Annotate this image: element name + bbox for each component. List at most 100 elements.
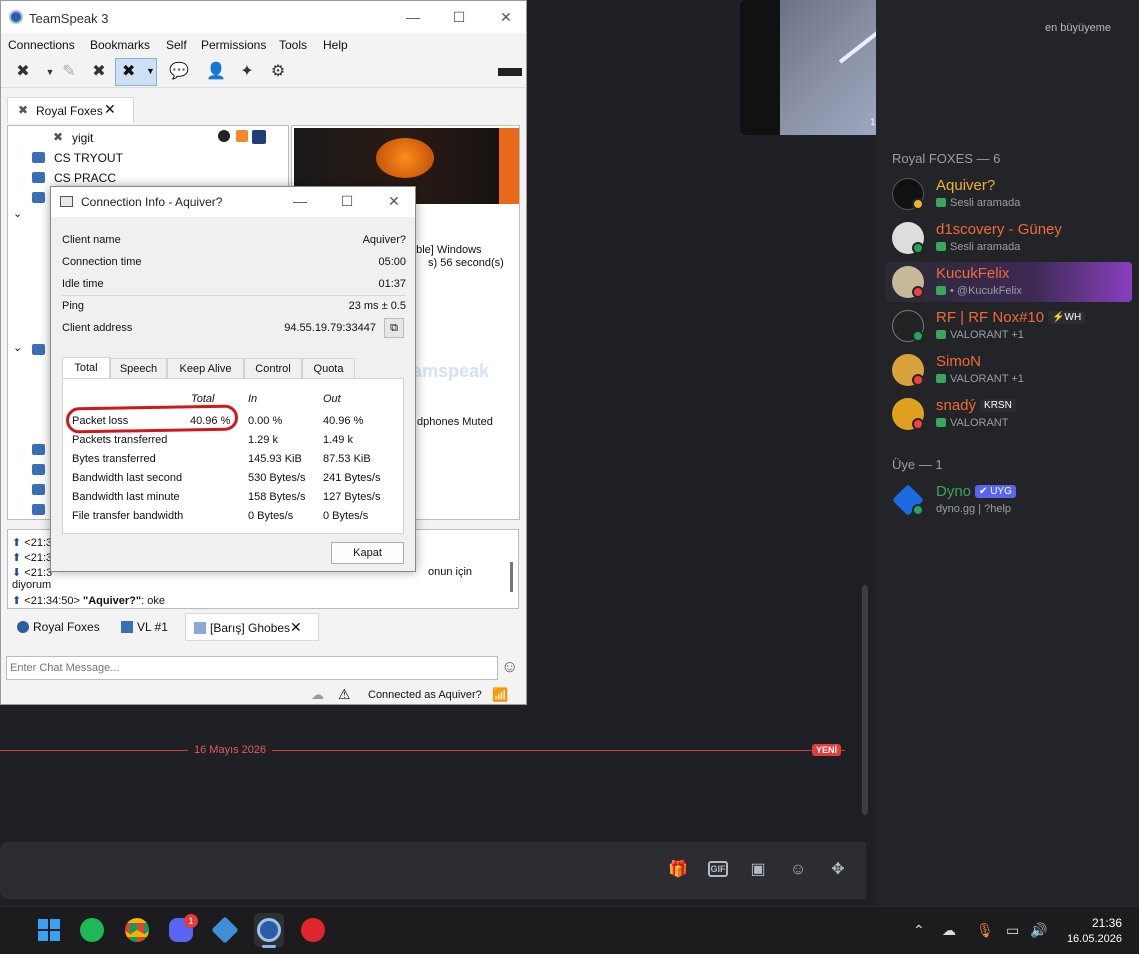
tab-quota[interactable]: Quota [302,358,355,378]
member-kucukfelix[interactable]: KucukFelix • @KucukFelix [886,262,1132,302]
teamspeak-taskbar-icon[interactable] [254,913,284,947]
member-activity: dyno.gg | ?help [936,503,1012,515]
chat-tab-private[interactable]: [Barış] Ghobes ✕ [185,613,319,641]
emoji-icon[interactable]: ☺ [788,861,808,879]
menu-connections[interactable]: Connections [8,38,75,52]
member-snady[interactable]: snadý KRSN VALORANT [886,394,1132,436]
maximize-button[interactable]: ☐ [335,191,359,211]
member-activity: • @KucukFelix [936,285,1022,297]
addon-icon[interactable]: ✦ [235,60,259,84]
volume-icon[interactable]: 🔊 [1030,922,1047,939]
stat-out: 1.49 k [323,434,353,446]
tree-channel-cs-tryout[interactable]: CS TRYOUT [8,149,278,167]
menu-permissions[interactable]: Permissions [201,38,266,52]
close-tab-icon[interactable]: ✕ [290,619,302,636]
apps-icon[interactable]: ✥ [828,861,848,879]
contacts-icon[interactable]: 👤 [204,60,228,84]
status-dot [912,374,924,386]
emoji-icon[interactable]: ☺ [501,657,518,677]
minimize-button[interactable]: — [288,191,312,211]
start-button[interactable] [34,913,64,947]
stat-out: 0 Bytes/s [323,510,369,522]
expand-icon[interactable]: ⌄ [13,341,22,354]
divider [62,295,406,296]
stat-label: Bandwidth last minute [72,491,180,503]
chat-input[interactable] [6,656,498,680]
menu-help[interactable]: Help [323,38,348,52]
settings-icon[interactable]: ⚙ [266,60,290,84]
close-dialog-button[interactable]: Kapat [331,542,404,564]
disconnect-icon[interactable]: ✖ [11,60,35,84]
channel-icon [32,444,45,455]
member-dyno[interactable]: Dyno ✔ UYG dyno.gg | ?help [886,480,1132,522]
status-dot [912,330,924,342]
tab-total[interactable]: Total [62,357,110,379]
menu-self[interactable]: Self [166,38,187,52]
copy-address-button[interactable]: ⧉ [384,318,404,338]
away-toggle-selected[interactable]: ✖ ▼ [115,58,157,86]
riot-icon[interactable] [298,913,328,947]
chat-tab-server[interactable]: Royal Foxes [9,613,109,641]
tab-keep-alive[interactable]: Keep Alive [167,358,244,378]
close-button[interactable]: ✕ [494,7,518,27]
new-messages-badge[interactable]: YENİ [812,744,842,756]
member-d1scovery[interactable]: d1scovery - Güney Sesli aramada [886,218,1132,260]
connection-status: Connected as Aquiver? [368,689,482,701]
discord-icon[interactable]: 1 [166,913,198,947]
copy-icon: ⧉ [390,322,398,334]
server-badge-icon [498,68,522,76]
app-icon[interactable] [210,913,240,947]
dialog-title-bar[interactable]: Connection Info - Aquiver? — ☐ ✕ [51,187,415,217]
network-icon[interactable]: ▭ [1006,922,1019,939]
member-activity: VALORANT [936,417,1008,429]
mute-speakers-icon[interactable]: ✖ [87,60,111,84]
scrollbar[interactable] [862,585,868,815]
royal-foxes-logo-icon [376,138,434,178]
member-rf-nox[interactable]: RF | RF Nox#10 ⚡WH VALORANT +1 [886,306,1132,348]
stat-label: File transfer bandwidth [72,510,184,522]
microphone-icon[interactable]: 🎙 [976,922,994,939]
status-dot [912,418,924,430]
clock-time[interactable]: 21:36 [1080,916,1122,930]
minimize-button[interactable]: — [401,7,425,27]
cloud-icon[interactable]: ☁ [942,922,956,939]
member-aquiver[interactable]: Aquiver? Sesli aramada [886,174,1132,216]
chevron-down-icon[interactable]: ▼ [146,66,155,76]
game-icon [936,330,946,339]
warning-icon[interactable]: ⚠ [338,686,351,703]
menu-tools[interactable]: Tools [279,38,307,52]
gif-icon[interactable]: GIF [708,861,728,877]
server-tab[interactable]: ✖ Royal Foxes ✕ [7,97,134,123]
notification-badge: 1 [184,914,198,928]
member-simon[interactable]: SimoN VALORANT +1 [886,350,1132,392]
close-button[interactable]: ✕ [382,191,406,211]
channel-icon [32,464,45,475]
tab-speech[interactable]: Speech [110,358,167,378]
chevron-up-icon[interactable]: ⌃ [913,922,925,939]
chat-scrollbar[interactable] [510,562,513,592]
close-tab-icon[interactable]: ✕ [104,101,116,118]
sticker-icon[interactable]: ▣ [748,861,768,879]
spotify-icon[interactable] [77,913,107,947]
maximize-button[interactable]: ☐ [447,7,471,27]
badge-icon [252,130,266,144]
tree-user-yigit[interactable]: ✖ yigit [8,129,278,147]
title-bar[interactable]: TeamSpeak 3 — ☐ ✕ [1,1,526,33]
chat-icon[interactable]: 💬 [167,60,191,84]
menu-bookmarks[interactable]: Bookmarks [90,38,150,52]
connection-info-dialog: Connection Info - Aquiver? — ☐ ✕ Client … [50,186,416,572]
stats-panel: Total In Out Packet loss 40.96 % 0.00 % … [62,378,404,534]
chrome-icon[interactable] [122,913,152,947]
mute-microphone-icon[interactable]: ✎ [57,60,81,84]
chat-tab-channel[interactable]: VL #1 [115,613,179,641]
chat-line: diyorum [12,579,52,591]
clock-date[interactable]: 16.05.2026 [1060,933,1122,945]
expand-icon[interactable]: ⌄ [13,207,22,220]
tab-control[interactable]: Control [244,358,302,378]
cloud-icon: ☁ [311,687,324,702]
info-row-connection-time: Connection time 05:00 [62,256,406,268]
message-input-bar[interactable] [0,842,866,899]
tree-channel-cs-pracc[interactable]: CS PRACC [8,169,278,187]
gift-icon[interactable]: 🎁 [668,861,688,879]
info-text: able] Windows [410,244,482,256]
